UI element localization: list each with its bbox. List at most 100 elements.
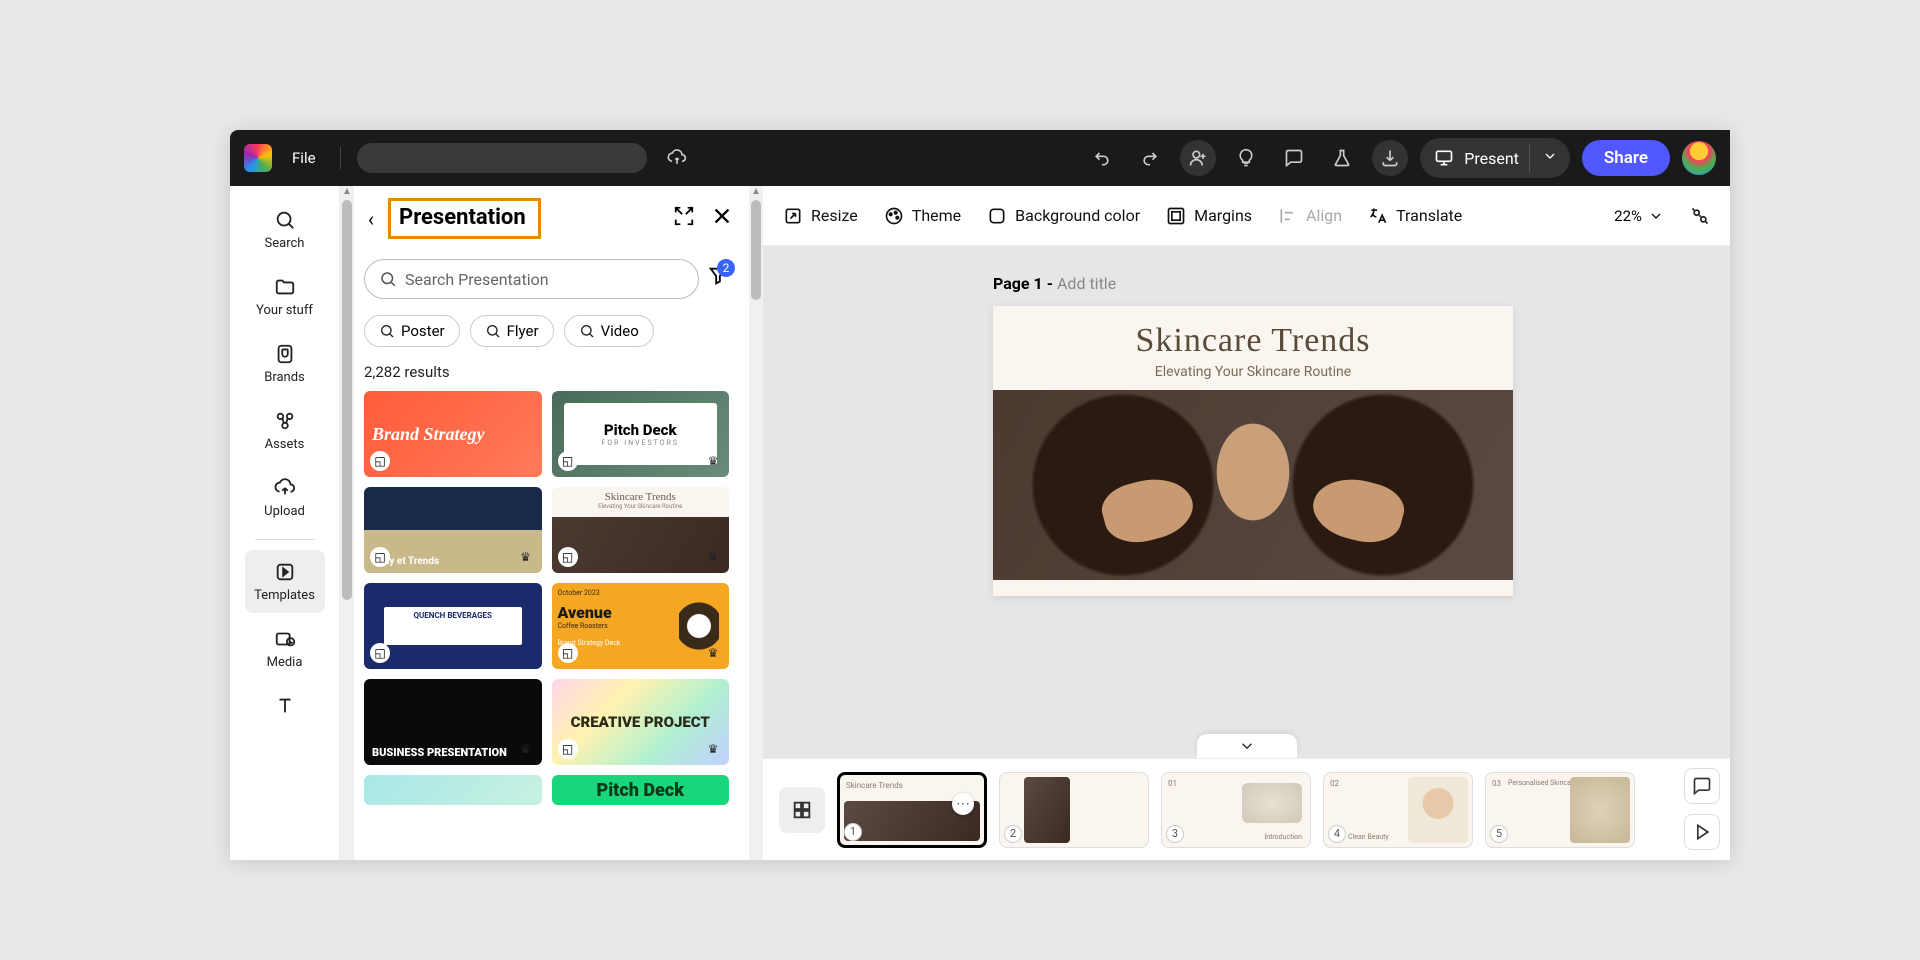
slide-thumb-2[interactable]: 2 xyxy=(999,772,1149,848)
slide-thumb-5[interactable]: 03Personalised Skincare5 xyxy=(1485,772,1635,848)
canvas-area: Resize Theme Background color Margins Al… xyxy=(763,186,1730,860)
card-subtitle: Elevating Your Skincare Routine xyxy=(552,503,730,510)
present-chevron-icon[interactable] xyxy=(1529,144,1560,172)
template-card[interactable]: Pitch DeckFOR INVESTORS◱♛ xyxy=(552,391,730,477)
expand-icon[interactable] xyxy=(673,205,695,232)
play-button[interactable] xyxy=(1684,814,1720,850)
chip-row: Poster Flyer Video xyxy=(364,315,729,347)
thumb-number-big: 03 xyxy=(1492,779,1501,788)
chip-video[interactable]: Video xyxy=(564,315,654,347)
chip-poster[interactable]: Poster xyxy=(364,315,460,347)
filter-button[interactable]: 2 xyxy=(707,265,729,293)
lightbulb-icon[interactable] xyxy=(1228,140,1264,176)
rail-text[interactable] xyxy=(245,684,325,728)
top-search-input[interactable] xyxy=(357,143,647,173)
flask-icon[interactable] xyxy=(1324,140,1360,176)
rail-upload[interactable]: Upload xyxy=(245,466,325,529)
rail-scrollbar[interactable]: ▲ xyxy=(340,186,354,860)
thumb-image xyxy=(1570,777,1630,843)
templates-icon xyxy=(273,560,297,584)
translate-button[interactable]: Translate xyxy=(1368,206,1462,226)
rail-brands[interactable]: Brands xyxy=(245,332,325,395)
multi-page-icon: ◱ xyxy=(370,451,390,471)
rail-your-stuff[interactable]: Your stuff xyxy=(245,265,325,328)
rail-assets[interactable]: Assets xyxy=(245,399,325,462)
theme-label: Theme xyxy=(912,206,961,225)
slide-title[interactable]: Skincare Trends xyxy=(993,322,1513,360)
scrollbar-thumb[interactable] xyxy=(342,200,352,600)
slide-thumb-3[interactable]: 01Introduction3 xyxy=(1161,772,1311,848)
folder-icon xyxy=(273,275,297,299)
slide-thumb-1[interactable]: Skincare Trends⋯1 xyxy=(837,772,987,848)
page-title-hint: Add title xyxy=(1057,274,1116,293)
scroll-up-icon[interactable]: ▲ xyxy=(340,186,354,200)
premium-icon: ♛ xyxy=(703,547,723,567)
chip-poster-label: Poster xyxy=(401,322,445,340)
panel-scrollbar[interactable]: ▲ xyxy=(749,186,763,860)
thumb-caption: Clean Beauty xyxy=(1348,833,1389,841)
theme-button[interactable]: Theme xyxy=(884,206,961,226)
thumb-more-icon[interactable]: ⋯ xyxy=(952,793,974,815)
template-card[interactable]: CREATIVE PROJECT◱♛ xyxy=(552,679,730,765)
file-menu[interactable]: File xyxy=(284,149,324,167)
slide-thumb-4[interactable]: 02Clean Beauty4 xyxy=(1323,772,1473,848)
template-card[interactable] xyxy=(364,775,542,805)
template-card[interactable]: tality et Trends◱♛ xyxy=(364,487,542,573)
canvas-side-controls xyxy=(1684,768,1720,850)
chip-flyer-label: Flyer xyxy=(507,322,539,340)
slide-image[interactable] xyxy=(993,390,1513,580)
share-button[interactable]: Share xyxy=(1582,140,1670,176)
panel-search-input[interactable]: Search Presentation xyxy=(364,259,699,299)
chip-flyer[interactable]: Flyer xyxy=(470,315,554,347)
zoom-control[interactable]: 22% xyxy=(1614,207,1664,225)
rail-upload-label: Upload xyxy=(264,504,305,519)
grid-view-button[interactable] xyxy=(779,787,825,833)
template-card[interactable]: Skincare TrendsElevating Your Skincare R… xyxy=(552,487,730,573)
card-title: Skincare Trends xyxy=(552,487,730,503)
fit-view-button[interactable] xyxy=(1690,206,1710,226)
rail-media-label: Media xyxy=(267,655,303,670)
template-card[interactable]: BUSINESS PRESENTATION♛ xyxy=(364,679,542,765)
tray-collapse-button[interactable] xyxy=(1197,734,1297,758)
template-card[interactable]: QUENCH BEVERAGES◱ xyxy=(364,583,542,669)
close-icon[interactable] xyxy=(711,205,733,232)
invite-user-icon[interactable] xyxy=(1180,140,1216,176)
background-color-button[interactable]: Background color xyxy=(987,206,1140,226)
template-card[interactable]: October 2023AvenueCoffee RoastersBrand S… xyxy=(552,583,730,669)
template-card[interactable]: Brand Strategy◱ xyxy=(364,391,542,477)
canvas-stage[interactable]: Page 1 - Add title Skincare Trends Eleva… xyxy=(763,246,1730,860)
zoom-value: 22% xyxy=(1614,207,1642,225)
premium-icon: ♛ xyxy=(703,739,723,759)
chip-video-label: Video xyxy=(601,322,639,340)
scrollbar-thumb[interactable] xyxy=(751,200,761,300)
slide-subtitle[interactable]: Elevating Your Skincare Routine xyxy=(993,364,1513,380)
face-graphic xyxy=(1178,400,1328,580)
card-title: tality et Trends xyxy=(364,487,542,573)
app-logo[interactable] xyxy=(244,144,272,172)
template-card[interactable]: Pitch Deck xyxy=(552,775,730,805)
avatar[interactable] xyxy=(1682,141,1716,175)
page-label[interactable]: Page 1 - Add title xyxy=(993,274,1116,293)
rail-templates[interactable]: Templates xyxy=(245,550,325,613)
back-button[interactable]: ‹ xyxy=(360,203,382,235)
multi-page-icon: ◱ xyxy=(558,451,578,471)
scroll-up-icon[interactable]: ▲ xyxy=(749,186,763,200)
rail-divider xyxy=(255,539,315,540)
notes-button[interactable] xyxy=(1684,768,1720,804)
undo-icon[interactable] xyxy=(1084,140,1120,176)
multi-page-icon: ◱ xyxy=(558,739,578,759)
rail-assets-label: Assets xyxy=(265,437,305,452)
margins-button[interactable]: Margins xyxy=(1166,206,1252,226)
text-icon xyxy=(273,694,297,718)
resize-button[interactable]: Resize xyxy=(783,206,858,226)
canvas-toolbar: Resize Theme Background color Margins Al… xyxy=(763,186,1730,246)
cloud-sync-icon[interactable] xyxy=(659,140,695,176)
rail-search[interactable]: Search xyxy=(245,198,325,261)
present-button[interactable]: Present xyxy=(1420,138,1570,178)
rail-media[interactable]: Media xyxy=(245,617,325,680)
comment-icon[interactable] xyxy=(1276,140,1312,176)
redo-icon[interactable] xyxy=(1132,140,1168,176)
slide-canvas[interactable]: Skincare Trends Elevating Your Skincare … xyxy=(993,306,1513,596)
filter-badge: 2 xyxy=(717,259,735,277)
download-icon[interactable] xyxy=(1372,140,1408,176)
